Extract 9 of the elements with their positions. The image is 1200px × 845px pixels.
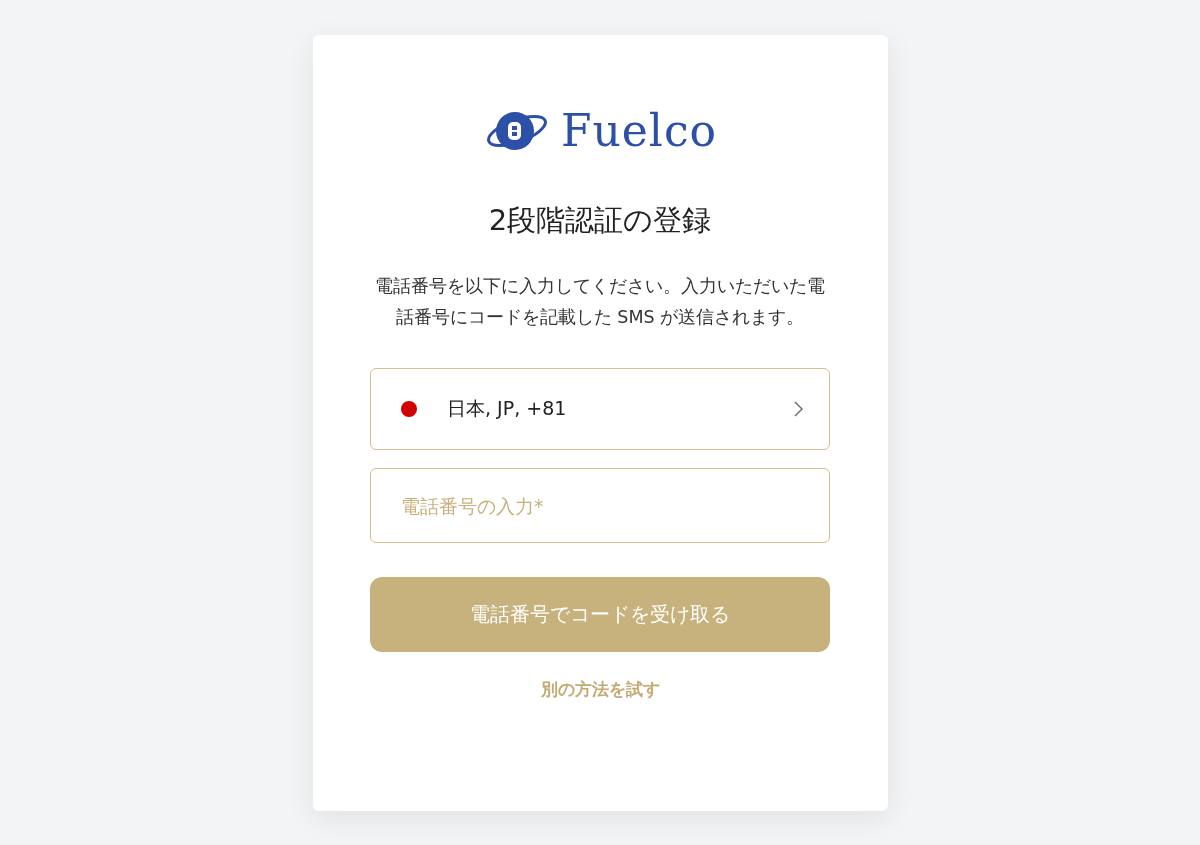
phone-input-field[interactable]: 電話番号の入力* <box>370 468 830 543</box>
description-text: 電話番号を以下に入力してください。入力いただいた電話番号にコードを記載した SMS が送信されます。 <box>375 275 825 329</box>
page-title: 2段階認証の登録 <box>488 202 712 239</box>
receive-code-button[interactable]: 電話番号でコードを受け取る <box>370 577 830 652</box>
chevron-right-icon <box>794 401 803 417</box>
country-select[interactable]: 日本, JP, +81 <box>370 368 830 450</box>
flag-dot-icon <box>401 401 417 417</box>
alternative-method-link[interactable]: 別の方法を試す <box>540 678 660 701</box>
brand-name: Fuelco <box>560 109 718 153</box>
